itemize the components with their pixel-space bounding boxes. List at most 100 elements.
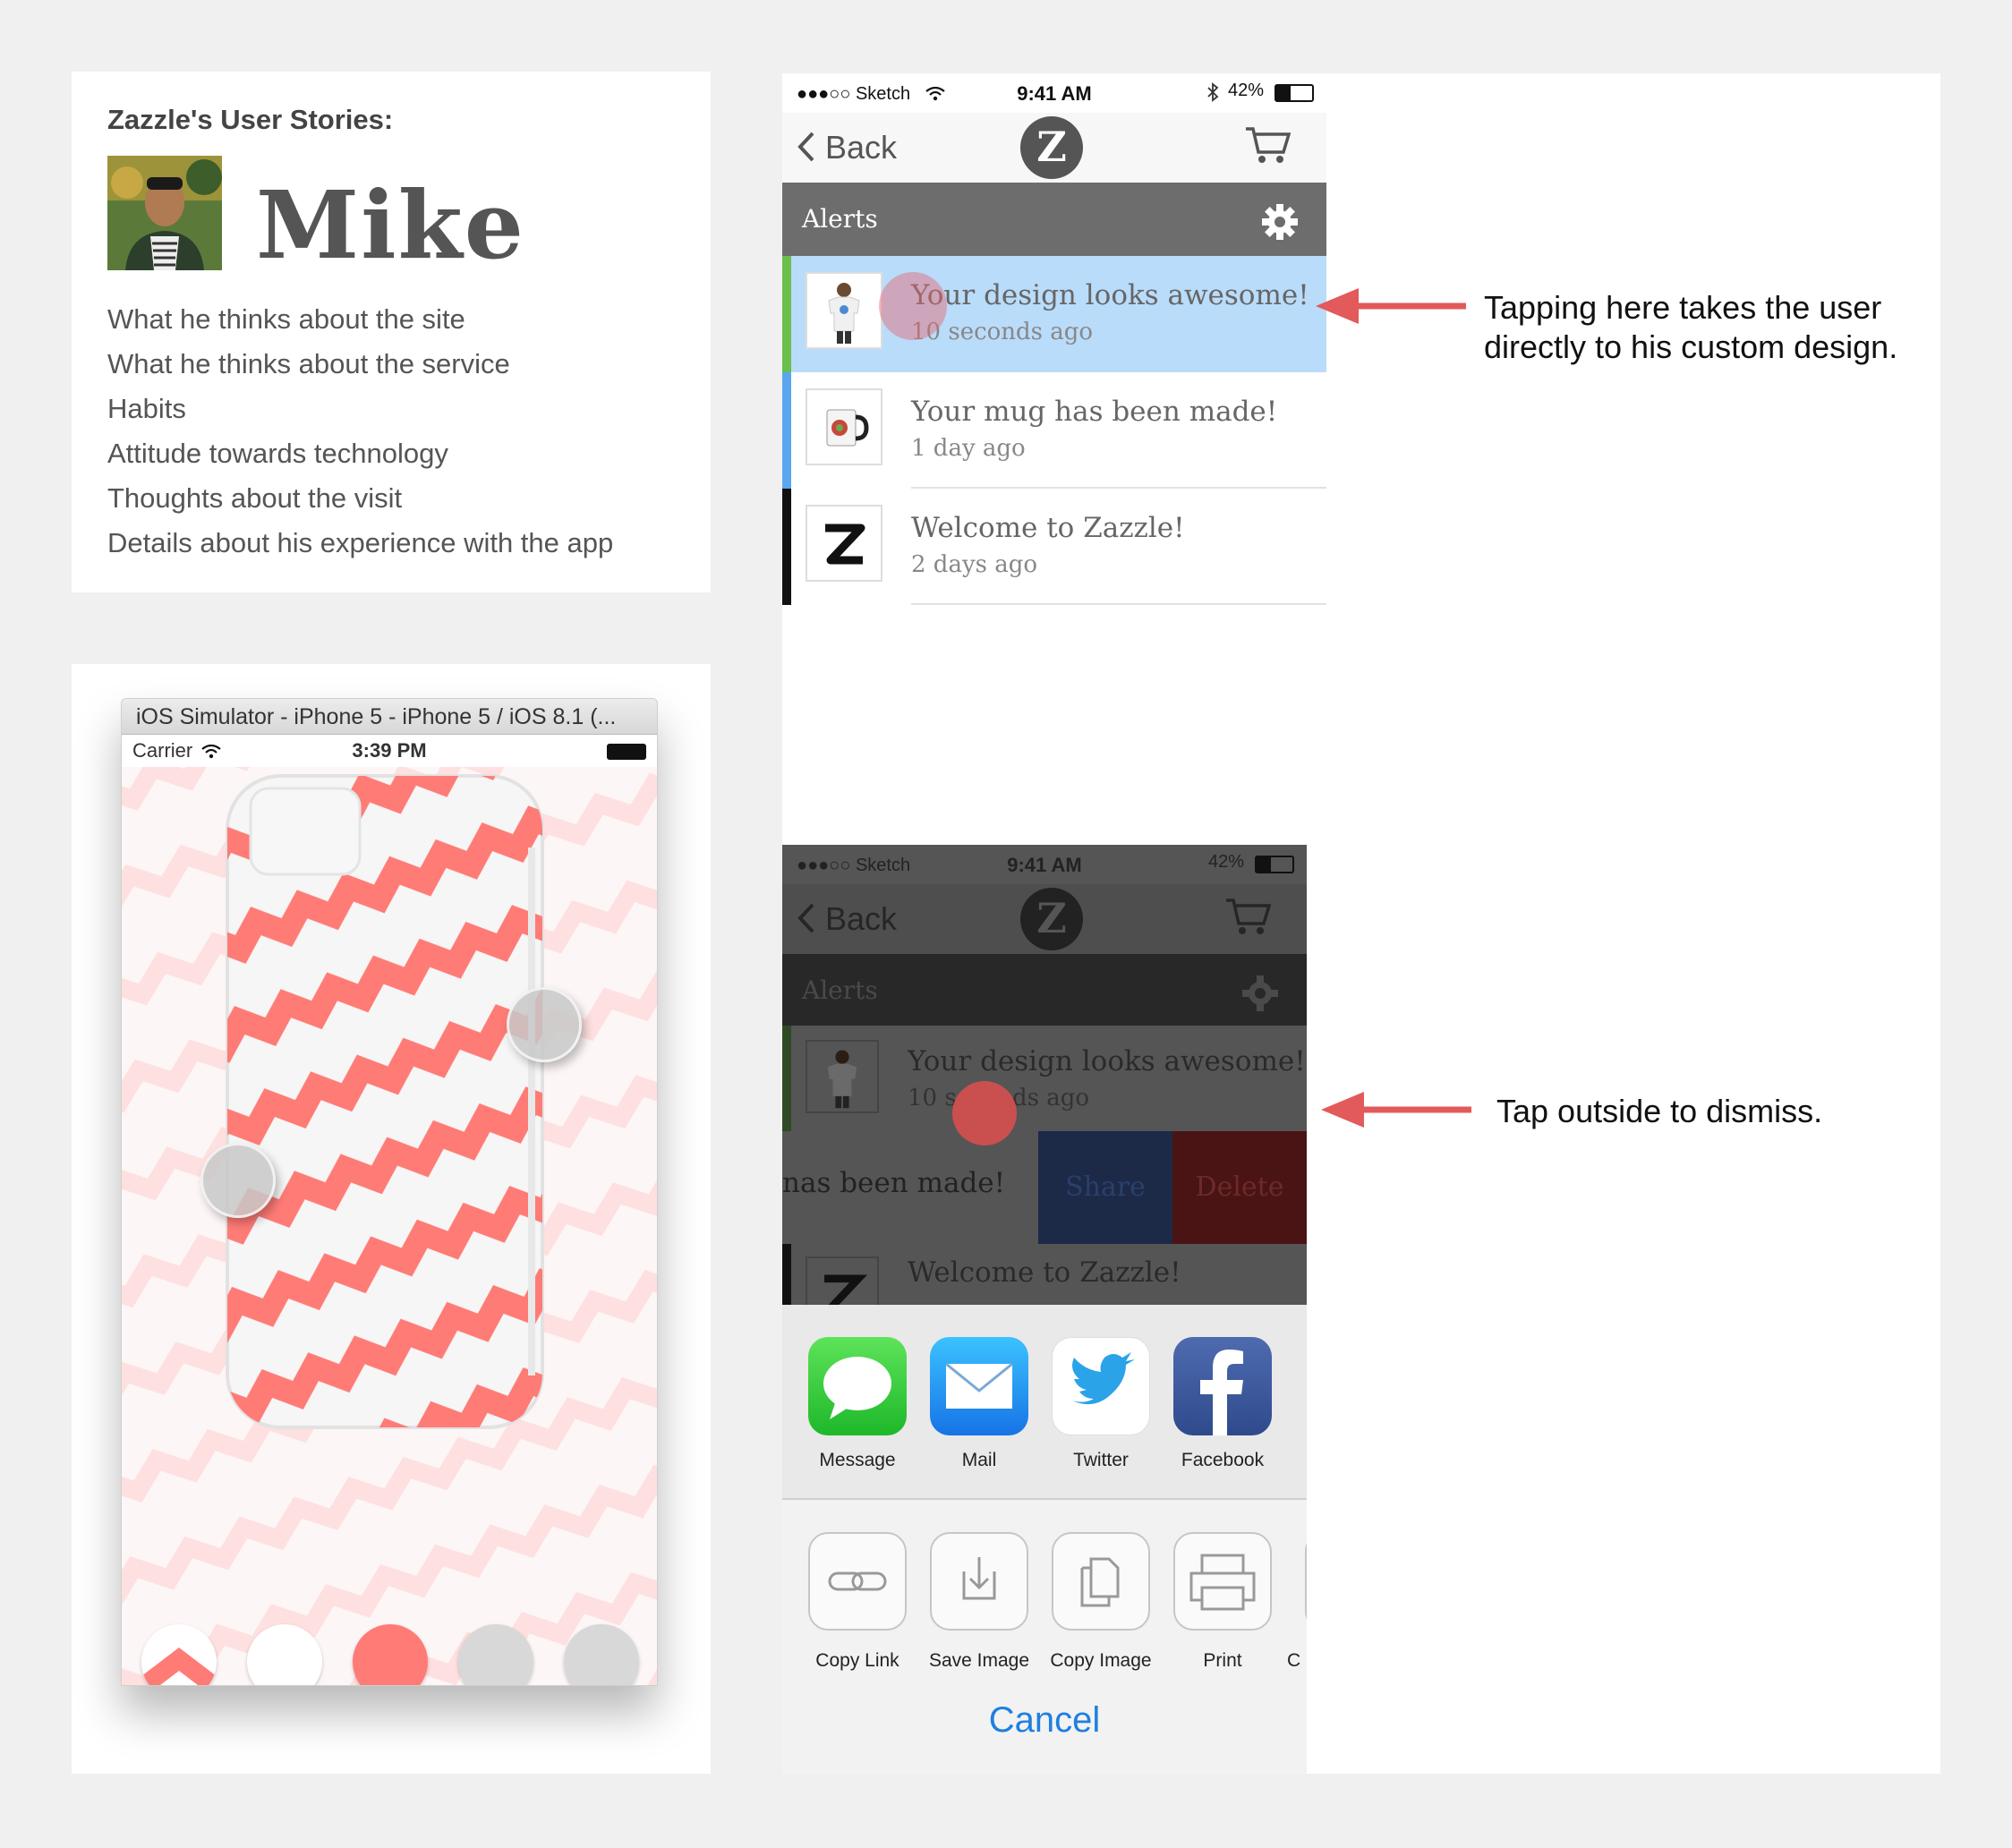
- battery-icon: [1255, 856, 1294, 873]
- alert-message-partial: nas been made!: [782, 1167, 1006, 1199]
- cart-icon[interactable]: [1244, 125, 1291, 165]
- zazzle-logo-icon: [806, 1256, 879, 1305]
- action-copy-image[interactable]: Copy Image: [1040, 1532, 1162, 1672]
- annotation-dismiss: Tap outside to dismiss.: [1496, 1093, 1823, 1129]
- print-icon: [1173, 1532, 1272, 1631]
- alerts-header: Alerts: [782, 954, 1307, 1026]
- status-bar: ●●●○○ Sketch 9:41 AM 42%: [782, 845, 1307, 884]
- nav-bar: Back Z: [782, 113, 1326, 183]
- action-save-image[interactable]: Save Image: [918, 1532, 1040, 1672]
- annotation-line: Tapping here takes the user: [1484, 289, 1882, 326]
- share-app-label: Mail: [961, 1450, 997, 1470]
- twitter-icon: [1052, 1337, 1150, 1435]
- tshirt-icon: [806, 272, 882, 349]
- download-icon: [930, 1532, 1028, 1631]
- persona-topics: What he thinks about the site What he th…: [107, 297, 613, 566]
- action-label: Copy Image: [1050, 1650, 1152, 1671]
- share-sheet: Message Mail Twitter Facebook Copy Link …: [782, 1305, 1307, 1774]
- alert-row-mug[interactable]: Your mug has been made! 1 day ago: [782, 372, 1326, 489]
- share-app-facebook[interactable]: Facebook: [1162, 1337, 1283, 1471]
- chevron-left-icon: [797, 132, 814, 162]
- persona-photo: [107, 156, 222, 270]
- resize-handle-right[interactable]: [507, 987, 582, 1062]
- persona-name: Mike: [256, 170, 525, 280]
- annotation-line: directly to his custom design.: [1484, 328, 1898, 365]
- simulator-time: 3:39 PM: [352, 739, 427, 762]
- share-app-twitter[interactable]: Twitter: [1040, 1337, 1162, 1471]
- simulator-titlebar[interactable]: iOS Simulator - iPhone 5 - iPhone 5 / iO…: [122, 699, 657, 735]
- gear-icon: [1242, 975, 1278, 1011]
- message-icon: [808, 1337, 907, 1435]
- alert-message: Your mug has been made!: [911, 396, 1278, 428]
- alert-row-welcome[interactable]: Welcome to Zazzle! 2 days ago: [782, 489, 1326, 605]
- chevron-background: [122, 767, 657, 1685]
- alert-row-welcome: Welcome to Zazzle!: [782, 1244, 1307, 1305]
- share-app-mail[interactable]: Mail: [918, 1337, 1040, 1471]
- alert-time: 2 days ago: [911, 551, 1038, 578]
- share-apps-row: Message Mail Twitter Facebook: [782, 1305, 1307, 1500]
- persona-topic: Habits: [107, 393, 186, 424]
- mug-icon: [806, 388, 882, 465]
- status-bar: ●●●○○ Sketch 9:41 AM 42%: [782, 73, 1326, 113]
- gear-icon[interactable]: [1260, 202, 1300, 242]
- persona-title: Zazzle's User Stories:: [107, 104, 394, 135]
- action-copy-link[interactable]: Copy Link: [797, 1532, 918, 1672]
- action-label: C: [1287, 1650, 1301, 1671]
- persona-topic: Attitude towards technology: [107, 438, 448, 469]
- simulator-card: iOS Simulator - iPhone 5 - iPhone 5 / iO…: [72, 664, 711, 1774]
- ios-simulator-window: iOS Simulator - iPhone 5 - iPhone 5 / iO…: [121, 698, 658, 1686]
- back-label: Back: [825, 900, 898, 937]
- action-label: Print: [1203, 1650, 1242, 1671]
- cart-icon: [1226, 898, 1271, 934]
- tshirt-icon: [806, 1040, 879, 1113]
- share-app-message[interactable]: Message: [797, 1337, 918, 1471]
- zazzle-logo: Z: [1020, 888, 1083, 950]
- arrow-icon: [1316, 288, 1466, 324]
- alert-row-design: Your design looks awesome! 10 seconds ag…: [782, 1026, 1307, 1145]
- alert-message: Your design looks awesome!: [908, 1045, 1306, 1077]
- mail-icon: [930, 1337, 1028, 1435]
- action-more[interactable]: C: [1283, 1532, 1307, 1672]
- alerts-title: Alerts: [802, 204, 878, 234]
- case-designer-canvas[interactable]: [122, 767, 657, 1685]
- facebook-icon: [1173, 1337, 1272, 1435]
- battery-percent: 42%: [1207, 852, 1244, 872]
- alerts-header: Alerts: [782, 183, 1326, 256]
- swiped-alert-row: nas been made! Share Delete: [782, 1131, 1307, 1244]
- alert-message: Welcome to Zazzle!: [911, 512, 1185, 544]
- alert-accent-strip: [782, 489, 791, 605]
- persona-topic: What he thinks about the service: [107, 348, 510, 379]
- annotation-tap-design: Tapping here takes the user directly to …: [1484, 288, 1897, 367]
- alert-accent-strip: [782, 256, 791, 372]
- battery-percent: 42%: [1227, 81, 1264, 100]
- nav-bar: Back Z: [782, 884, 1307, 954]
- alerts-title: Alerts: [802, 975, 878, 1005]
- dimmed-background[interactable]: ●●●○○ Sketch 9:41 AM 42% Back Z Alerts Y…: [782, 845, 1307, 1305]
- persona-card: Zazzle's User Stories: Mike What he thin…: [72, 72, 711, 592]
- alert-accent-strip: [782, 1026, 791, 1131]
- action-label: Copy Link: [815, 1650, 899, 1671]
- divider: [911, 603, 1326, 605]
- zazzle-logo[interactable]: Z: [1020, 116, 1083, 179]
- copy-icon: [1052, 1532, 1150, 1631]
- alert-accent-strip: [782, 372, 791, 489]
- back-button: Back: [797, 900, 897, 938]
- delete-button: Delete: [1172, 1131, 1307, 1244]
- action-label: Save Image: [928, 1650, 1030, 1671]
- back-button[interactable]: Back: [797, 129, 897, 166]
- alert-accent-strip: [782, 1244, 791, 1305]
- share-app-label: Message: [819, 1450, 896, 1470]
- persona-topic: What he thinks about the site: [107, 303, 465, 335]
- battery-icon: [607, 744, 646, 760]
- alert-row-design[interactable]: Your design looks awesome! 10 seconds ag…: [782, 256, 1326, 372]
- back-label: Back: [825, 129, 898, 166]
- action-print[interactable]: Print: [1162, 1532, 1283, 1672]
- link-icon: [808, 1532, 907, 1631]
- persona-topic: Details about his experience with the ap…: [107, 527, 614, 558]
- resize-handle-left[interactable]: [200, 1143, 276, 1218]
- persona-topic: Thoughts about the visit: [107, 482, 403, 514]
- chevron-left-icon: [797, 903, 814, 933]
- cancel-button[interactable]: Cancel: [782, 1700, 1307, 1741]
- share-app-label: Facebook: [1181, 1450, 1265, 1470]
- tap-indicator: [879, 272, 947, 340]
